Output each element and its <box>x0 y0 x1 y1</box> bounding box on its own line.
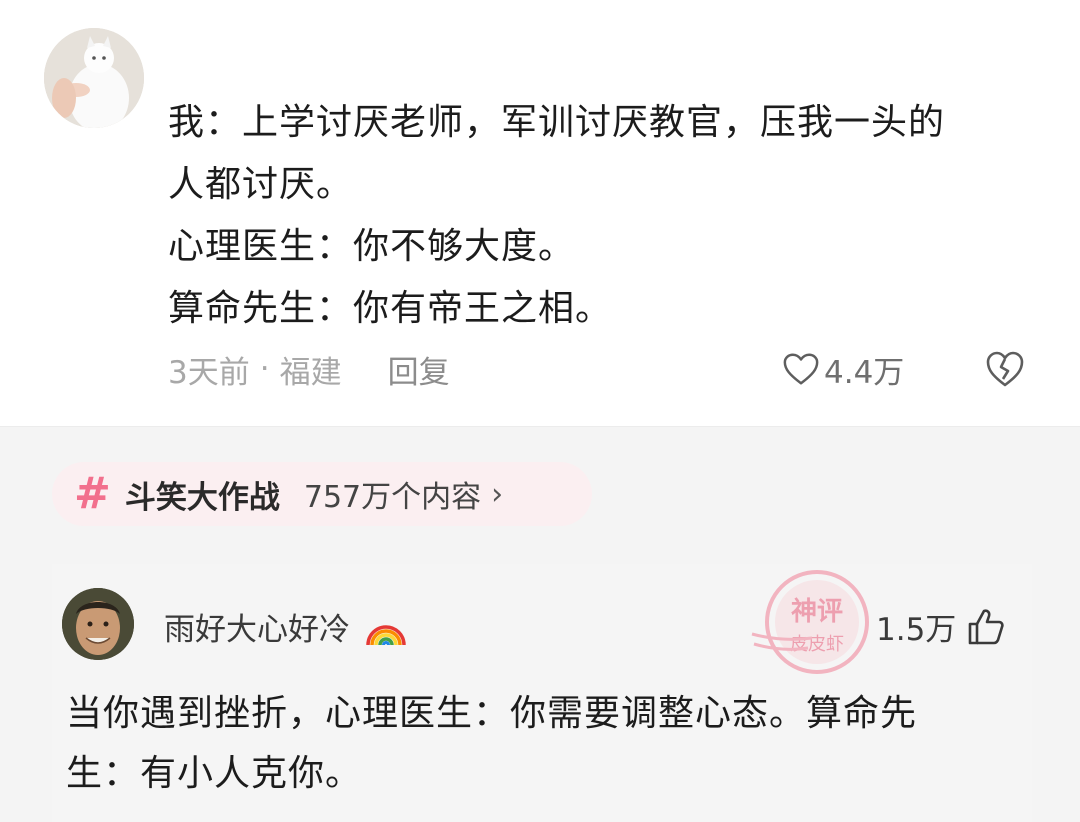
broken-heart-icon <box>986 351 1024 387</box>
user-photo-icon <box>62 588 134 660</box>
comment-line: 我：上学讨厌老师，军训讨厌教官，压我一头的 <box>168 102 946 143</box>
comment-text: 我：上学讨厌老师，军训讨厌教官，压我一头的 人都讨厌。 心理医生：你不够大度。 … <box>168 92 1048 340</box>
dislike-button[interactable] <box>984 348 1026 390</box>
thumbs-up-button[interactable]: 1.5万 <box>876 604 1006 649</box>
topic-tag[interactable]: # 斗笑大作战 757万个内容 › <box>52 462 592 526</box>
watermark-text-bottom: 皮皮虾 <box>790 634 844 655</box>
topic-count: 757万个内容 <box>303 480 482 515</box>
username-text: 雨好大心好冷 <box>164 612 350 648</box>
thumbs-up-icon <box>969 608 1004 644</box>
meta-separator: · <box>259 351 270 387</box>
reply-text: 当你遇到挫折，心理医生：你需要调整心态。算命先 生：有小人克你。 <box>66 684 1026 804</box>
reply-line: 生：有小人克你。 <box>66 753 363 794</box>
rainbow-icon <box>366 624 406 645</box>
comment-card: 我：上学讨厌老师，军训讨厌教官，压我一头的 人都讨厌。 心理医生：你不够大度。 … <box>0 0 1080 426</box>
comment-time: 3天前 <box>168 354 250 391</box>
reply-line: 当你遇到挫折，心理医生：你需要调整心态。算命先 <box>66 693 918 734</box>
reply-button[interactable]: 回复 <box>388 347 450 392</box>
comment-line: 心理医生：你不够大度。 <box>168 226 576 267</box>
topic-name: 斗笑大作战 <box>124 479 280 516</box>
screen: 我：上学讨厌老师，军训讨厌教官，压我一头的 人都讨厌。 心理医生：你不够大度。 … <box>0 0 1080 822</box>
watermark-stamp-icon: 神评 皮皮虾 <box>751 570 869 674</box>
comment-location: 福建 <box>279 354 342 391</box>
hashtag-icon: # <box>74 468 111 519</box>
username[interactable]: 雨好大心好冷 <box>164 604 408 649</box>
avatar[interactable] <box>62 588 134 660</box>
comment-line: 算命先生：你有帝王之相。 <box>168 288 613 329</box>
cat-photo-icon <box>44 28 144 128</box>
comment-line: 人都讨厌。 <box>168 164 354 205</box>
like-count: 1.5万 <box>876 612 957 648</box>
watermark-text-top: 神评 <box>791 597 843 627</box>
like-button[interactable]: 4.4万 <box>782 346 904 392</box>
reply-card: 雨好大心好冷 神评 皮皮虾 1.5万 当你遇到挫折，心理医生：你需要调整心态。算… <box>52 564 1032 822</box>
like-count: 4.4万 <box>824 354 905 391</box>
divider <box>0 426 1080 427</box>
comment-meta: 3天前 · 福建 回复 <box>168 346 450 392</box>
heart-icon <box>783 353 819 385</box>
avatar[interactable] <box>44 28 144 128</box>
chevron-right-icon: › <box>491 476 504 512</box>
